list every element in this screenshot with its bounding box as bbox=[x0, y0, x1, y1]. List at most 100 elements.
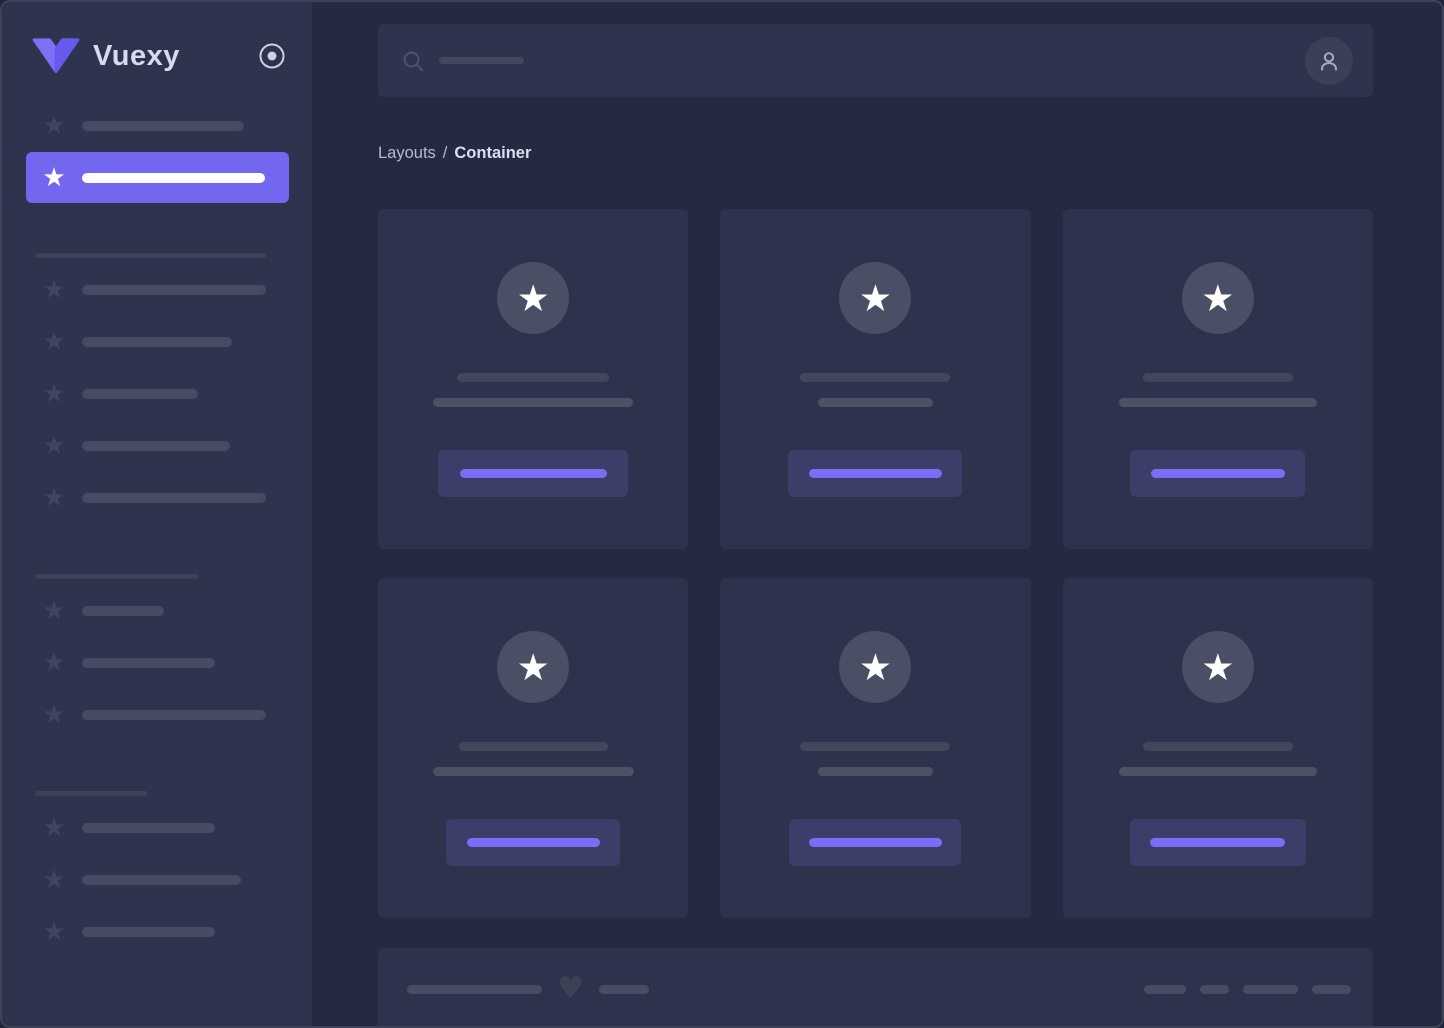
star-icon: ★ bbox=[42, 379, 66, 409]
card-grid: ★ ★ ★ ★ ★ ★ bbox=[378, 209, 1373, 918]
star-icon: ★ bbox=[42, 162, 66, 193]
star-icon: ★ bbox=[858, 276, 893, 320]
star-icon: ★ bbox=[42, 917, 66, 947]
card-avatar-circle: ★ bbox=[1181, 631, 1254, 703]
footer-text-placeholder bbox=[598, 984, 649, 994]
menu-label-placeholder bbox=[82, 823, 215, 833]
card-action-button[interactable] bbox=[788, 450, 963, 497]
card-action-button[interactable] bbox=[1130, 450, 1306, 497]
card-subtitle-placeholder bbox=[817, 398, 933, 407]
footer-links-group bbox=[1144, 984, 1351, 994]
footer-link-placeholder bbox=[1144, 984, 1186, 994]
nav-section-divider bbox=[35, 574, 198, 579]
search-bar[interactable] bbox=[378, 24, 1373, 97]
placeholder-card: ★ bbox=[720, 578, 1031, 918]
sidebar-item[interactable]: ★ bbox=[2, 420, 312, 472]
heart-icon: ♥ bbox=[557, 971, 584, 1006]
card-action-button[interactable] bbox=[1129, 819, 1306, 866]
footer-link-placeholder bbox=[1200, 984, 1229, 994]
card-subtitle-placeholder bbox=[1118, 767, 1317, 776]
vuexy-logo-icon bbox=[32, 36, 80, 76]
footer-link-placeholder bbox=[1312, 984, 1351, 994]
card-subtitle-placeholder bbox=[817, 767, 933, 776]
sidebar-item[interactable]: ★ bbox=[2, 802, 312, 854]
card-avatar-circle: ★ bbox=[497, 631, 570, 703]
menu-label-placeholder bbox=[82, 121, 244, 131]
card-title-placeholder bbox=[1142, 742, 1293, 751]
sidebar-item-active[interactable]: ★ bbox=[26, 152, 289, 203]
menu-label-placeholder bbox=[82, 337, 232, 347]
search-icon bbox=[402, 50, 424, 72]
footer-text-placeholder bbox=[407, 984, 542, 994]
card-title-placeholder bbox=[457, 373, 610, 382]
sidebar-pin-toggle-icon[interactable] bbox=[258, 42, 286, 70]
menu-label-placeholder bbox=[82, 493, 266, 503]
sidebar-item[interactable]: ★ bbox=[2, 637, 312, 689]
card-title-placeholder bbox=[800, 742, 951, 751]
star-icon: ★ bbox=[42, 327, 66, 357]
menu-label-placeholder bbox=[82, 875, 241, 885]
sidebar-item[interactable]: ★ bbox=[2, 689, 312, 741]
main-content: Layouts / Container ★ ★ ★ ★ ★ ★ ♥ bbox=[312, 2, 1442, 1026]
placeholder-card: ★ bbox=[720, 209, 1031, 549]
card-action-button[interactable] bbox=[789, 819, 962, 866]
menu-label-placeholder bbox=[82, 172, 265, 183]
menu-label-placeholder bbox=[82, 927, 215, 937]
button-label-placeholder bbox=[466, 838, 600, 847]
sidebar-item[interactable]: ★ bbox=[2, 368, 312, 420]
button-label-placeholder bbox=[1150, 469, 1285, 478]
card-action-button[interactable] bbox=[438, 450, 629, 497]
menu-label-placeholder bbox=[82, 658, 215, 668]
star-icon: ★ bbox=[42, 431, 66, 461]
footer-row: ♥ bbox=[407, 971, 1351, 1006]
button-label-placeholder bbox=[808, 838, 942, 847]
card-title-placeholder bbox=[1142, 373, 1293, 382]
star-icon: ★ bbox=[42, 275, 66, 305]
card-avatar-circle: ★ bbox=[839, 631, 912, 703]
user-avatar[interactable] bbox=[1305, 36, 1353, 85]
breadcrumb-separator: / bbox=[442, 143, 448, 162]
sidebar-item[interactable]: ★ bbox=[2, 100, 312, 152]
breadcrumb-current: Container bbox=[454, 143, 532, 162]
star-icon: ★ bbox=[42, 111, 66, 141]
card-subtitle-placeholder bbox=[1118, 398, 1317, 407]
sidebar-header: Vuexy bbox=[2, 2, 312, 76]
person-icon bbox=[1321, 51, 1337, 71]
footer-card: ♥ bbox=[378, 948, 1373, 1026]
card-subtitle-placeholder bbox=[432, 767, 634, 776]
menu-label-placeholder bbox=[82, 389, 198, 399]
star-icon: ★ bbox=[1201, 276, 1235, 320]
sidebar-item[interactable]: ★ bbox=[2, 264, 312, 316]
card-action-button[interactable] bbox=[446, 819, 621, 866]
nav-section-divider bbox=[35, 253, 266, 258]
star-icon: ★ bbox=[1201, 645, 1235, 689]
card-title-placeholder bbox=[800, 373, 951, 382]
button-label-placeholder bbox=[459, 469, 607, 478]
star-icon: ★ bbox=[42, 596, 66, 626]
star-icon: ★ bbox=[516, 276, 550, 320]
button-label-placeholder bbox=[808, 469, 942, 478]
card-title-placeholder bbox=[458, 742, 608, 751]
card-subtitle-placeholder bbox=[433, 398, 634, 407]
menu-label-placeholder bbox=[82, 285, 266, 295]
sidebar-item[interactable]: ★ bbox=[2, 585, 312, 637]
sidebar-item[interactable]: ★ bbox=[2, 854, 312, 906]
star-icon: ★ bbox=[42, 813, 66, 843]
menu-label-placeholder bbox=[82, 710, 266, 720]
star-icon: ★ bbox=[42, 865, 66, 895]
card-avatar-circle: ★ bbox=[1181, 262, 1254, 334]
sidebar-item[interactable]: ★ bbox=[2, 472, 312, 524]
sidebar-item[interactable]: ★ bbox=[2, 316, 312, 368]
menu-label-placeholder bbox=[82, 441, 230, 451]
star-icon: ★ bbox=[42, 700, 66, 730]
placeholder-card: ★ bbox=[1062, 209, 1373, 549]
app-window: Vuexy ★ ★ ★ ★ ★ ★ ★ ★ ★ ★ ★ ★ ★ Layouts … bbox=[0, 0, 1444, 1028]
menu-label-placeholder bbox=[82, 606, 164, 616]
star-icon: ★ bbox=[858, 645, 893, 689]
breadcrumb-parent[interactable]: Layouts bbox=[378, 144, 436, 163]
placeholder-card: ★ bbox=[1062, 578, 1373, 918]
app-title: Vuexy bbox=[93, 39, 180, 72]
button-label-placeholder bbox=[1150, 838, 1286, 847]
sidebar-item[interactable]: ★ bbox=[2, 906, 312, 958]
footer-link-placeholder bbox=[1243, 984, 1298, 994]
